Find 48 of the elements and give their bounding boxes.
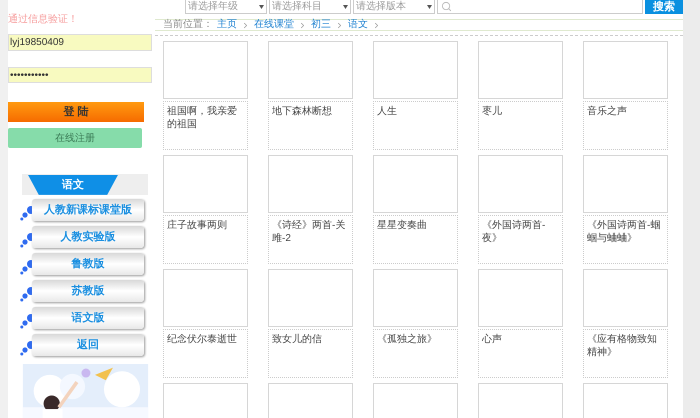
- breadcrumb-link[interactable]: 语文: [348, 20, 368, 30]
- lesson-thumbnail[interactable]: [478, 155, 563, 213]
- lesson-thumbnail[interactable]: [163, 41, 248, 99]
- lesson-title[interactable]: 致女儿的信: [272, 333, 349, 346]
- lesson-thumbnail[interactable]: [268, 269, 353, 327]
- lesson-thumbnail[interactable]: [373, 41, 458, 99]
- lesson-title[interactable]: 人生: [377, 105, 454, 118]
- search-icon: [441, 1, 452, 12]
- lesson-thumbnail[interactable]: [478, 269, 563, 327]
- lesson-title[interactable]: 枣儿: [482, 105, 559, 118]
- chevron-icon: [335, 20, 344, 30]
- verification-notice: 通过信息验证！: [8, 14, 79, 26]
- lesson-title[interactable]: 星星变奏曲: [377, 219, 454, 232]
- lesson-thumbnail[interactable]: [373, 269, 458, 327]
- password-field[interactable]: •••••••••••: [8, 66, 152, 84]
- lesson-thumbnail[interactable]: [583, 269, 668, 327]
- lesson-title[interactable]: 音乐之声: [587, 105, 664, 118]
- lesson-title[interactable]: 祖国啊，我亲爱的祖国: [167, 105, 244, 131]
- lesson-title[interactable]: 纪念伏尔泰逝世: [167, 333, 244, 346]
- lesson-thumbnail[interactable]: [583, 155, 668, 213]
- breadcrumb-link[interactable]: 主页: [217, 20, 237, 30]
- lesson-title[interactable]: 《诗经》两首-关雎-2: [272, 219, 349, 245]
- breadcrumb-link[interactable]: 在线课堂: [254, 20, 294, 30]
- dropdown-arrow-icon: [427, 4, 432, 8]
- chevron-icon: [298, 20, 307, 30]
- lesson-title[interactable]: 地下森林断想: [272, 105, 349, 118]
- breadcrumb-link[interactable]: 初三: [311, 20, 331, 30]
- search-field[interactable]: [437, 0, 643, 14]
- lesson-title[interactable]: 《外国诗两首-蝈蝈与蛐蛐》: [587, 219, 664, 245]
- lesson-title[interactable]: 《应有格物致知精神》: [587, 333, 664, 359]
- lesson-thumbnail[interactable]: [583, 41, 668, 99]
- dropdown-arrow-icon: [343, 4, 348, 8]
- lesson-thumbnail[interactable]: [478, 41, 563, 99]
- username-field[interactable]: lyj19850409: [8, 34, 152, 51]
- dropdown-arrow-icon: [259, 4, 264, 8]
- chevron-icon: [372, 20, 381, 30]
- lesson-thumbnail[interactable]: [373, 155, 458, 213]
- breadcrumb-label: 当前位置：: [163, 20, 213, 30]
- lesson-title[interactable]: 《外国诗两首-夜》: [482, 219, 559, 245]
- lesson-title[interactable]: 《孤独之旅》: [377, 333, 454, 346]
- lesson-thumbnail[interactable]: [163, 155, 248, 213]
- lesson-thumbnail[interactable]: [268, 155, 353, 213]
- chevron-icon: [241, 20, 250, 30]
- lesson-title[interactable]: 庄子故事两则: [167, 219, 244, 232]
- lesson-title[interactable]: 心声: [482, 333, 559, 346]
- login-button[interactable]: 登 陆: [8, 102, 144, 122]
- lesson-thumbnail[interactable]: [163, 269, 248, 327]
- lesson-thumbnail[interactable]: [268, 41, 353, 99]
